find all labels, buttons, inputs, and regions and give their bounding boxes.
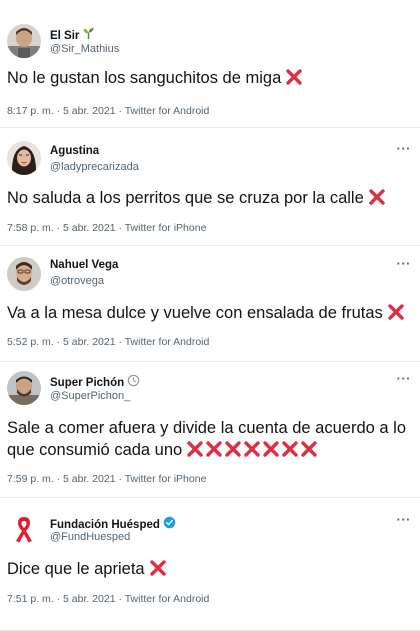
more-options-button[interactable]: ··· <box>397 141 412 156</box>
author-handle[interactable]: @Sir_Mathius <box>50 43 119 55</box>
cross-mark-icon <box>187 441 203 457</box>
tweet-fundacion-huesped: Fundación Huésped ··· @FundHuesped Dice … <box>0 498 420 631</box>
avatar[interactable] <box>7 371 41 405</box>
cross-mark-icon <box>206 441 222 457</box>
cross-mark-icon <box>244 441 260 457</box>
verified-badge-icon <box>163 516 176 534</box>
more-options-button[interactable]: ··· <box>397 371 412 386</box>
cross-mark-icon <box>286 69 302 85</box>
tweet-super-pichon: Super Pichón ··· @SuperPichon_ Sale a co… <box>0 362 420 496</box>
cross-mark-icon <box>301 441 317 457</box>
tweet-text-content: No saluda a los perritos que se cruza po… <box>7 189 364 207</box>
author-name[interactable]: Agustina <box>50 145 99 157</box>
avatar[interactable] <box>7 512 41 546</box>
tweet-text-content: que consumió cada uno <box>7 441 183 459</box>
cross-mark-icon <box>282 441 298 457</box>
more-options-button[interactable]: ··· <box>397 256 412 271</box>
author-handle[interactable]: @SuperPichon_ <box>50 390 130 402</box>
tweet-text: No saluda a los perritos que se cruza po… <box>7 188 410 209</box>
tweet-agustina: Agustina ··· @ladyprecarizada No saluda … <box>0 128 420 244</box>
cross-mark-icon <box>263 441 279 457</box>
author-name[interactable]: Fundación Huésped <box>50 519 160 531</box>
tweet-text-line-2: que consumió cada uno <box>7 439 410 461</box>
avatar[interactable] <box>7 141 41 175</box>
tweet-text-line-1: Sale a comer afuera y divide la cuenta d… <box>7 419 406 437</box>
tweet-timestamp[interactable]: 5:52 p. m. · 5 abr. 2021 · Twitter for A… <box>7 336 209 348</box>
tweet-text-content: Dice que le aprieta <box>7 560 145 578</box>
avatar[interactable] <box>7 257 41 291</box>
author-handle[interactable]: @ladyprecarizada <box>50 161 139 173</box>
author-handle[interactable]: @otrovega <box>50 275 104 287</box>
more-options-button[interactable]: ··· <box>397 512 412 527</box>
cross-mark-icon <box>388 304 404 320</box>
author-name[interactable]: El Sir <box>50 30 79 42</box>
red-ribbon-icon <box>7 512 41 546</box>
author-name-row[interactable]: Agustina <box>50 145 99 157</box>
author-handle[interactable]: @FundHuesped <box>50 531 130 543</box>
tweet-text: Sale a comer afuera y divide la cuenta d… <box>7 417 410 461</box>
tweet-text: Va a la mesa dulce y vuelve con ensalada… <box>7 303 410 324</box>
tweet-timestamp[interactable]: 7:58 p. m. · 5 abr. 2021 · Twitter for i… <box>7 222 206 234</box>
tweet-text-content: Va a la mesa dulce y vuelve con ensalada… <box>7 304 383 322</box>
tweet-nahuel-vega: Nahuel Vega ··· @otrovega Va a la mesa d… <box>0 246 420 362</box>
tweet-timestamp[interactable]: 7:59 p. m. · 5 abr. 2021 · Twitter for i… <box>7 473 206 485</box>
tweet-el-sir: El Sir @Sir_Mathius No le gustan los san… <box>0 0 420 126</box>
tweet-timestamp[interactable]: 8:17 p. m. · 5 abr. 2021 · Twitter for A… <box>7 105 209 117</box>
author-name-row[interactable]: Nahuel Vega <box>50 259 118 271</box>
tweet-text: Dice que le aprieta <box>7 559 410 580</box>
avatar[interactable] <box>7 24 41 58</box>
author-name[interactable]: Super Pichón <box>50 377 124 389</box>
cross-mark-icon <box>225 441 241 457</box>
tweet-text-content: No le gustan los sanguchitos de miga <box>7 69 282 87</box>
cross-mark-icon <box>149 560 166 576</box>
author-name[interactable]: Nahuel Vega <box>50 259 118 271</box>
cross-mark-icon <box>369 189 385 205</box>
tweet-timestamp[interactable]: 7:51 p. m. · 5 abr. 2021 · Twitter for A… <box>7 593 209 605</box>
tweet-text: No le gustan los sanguchitos de miga <box>7 68 410 89</box>
